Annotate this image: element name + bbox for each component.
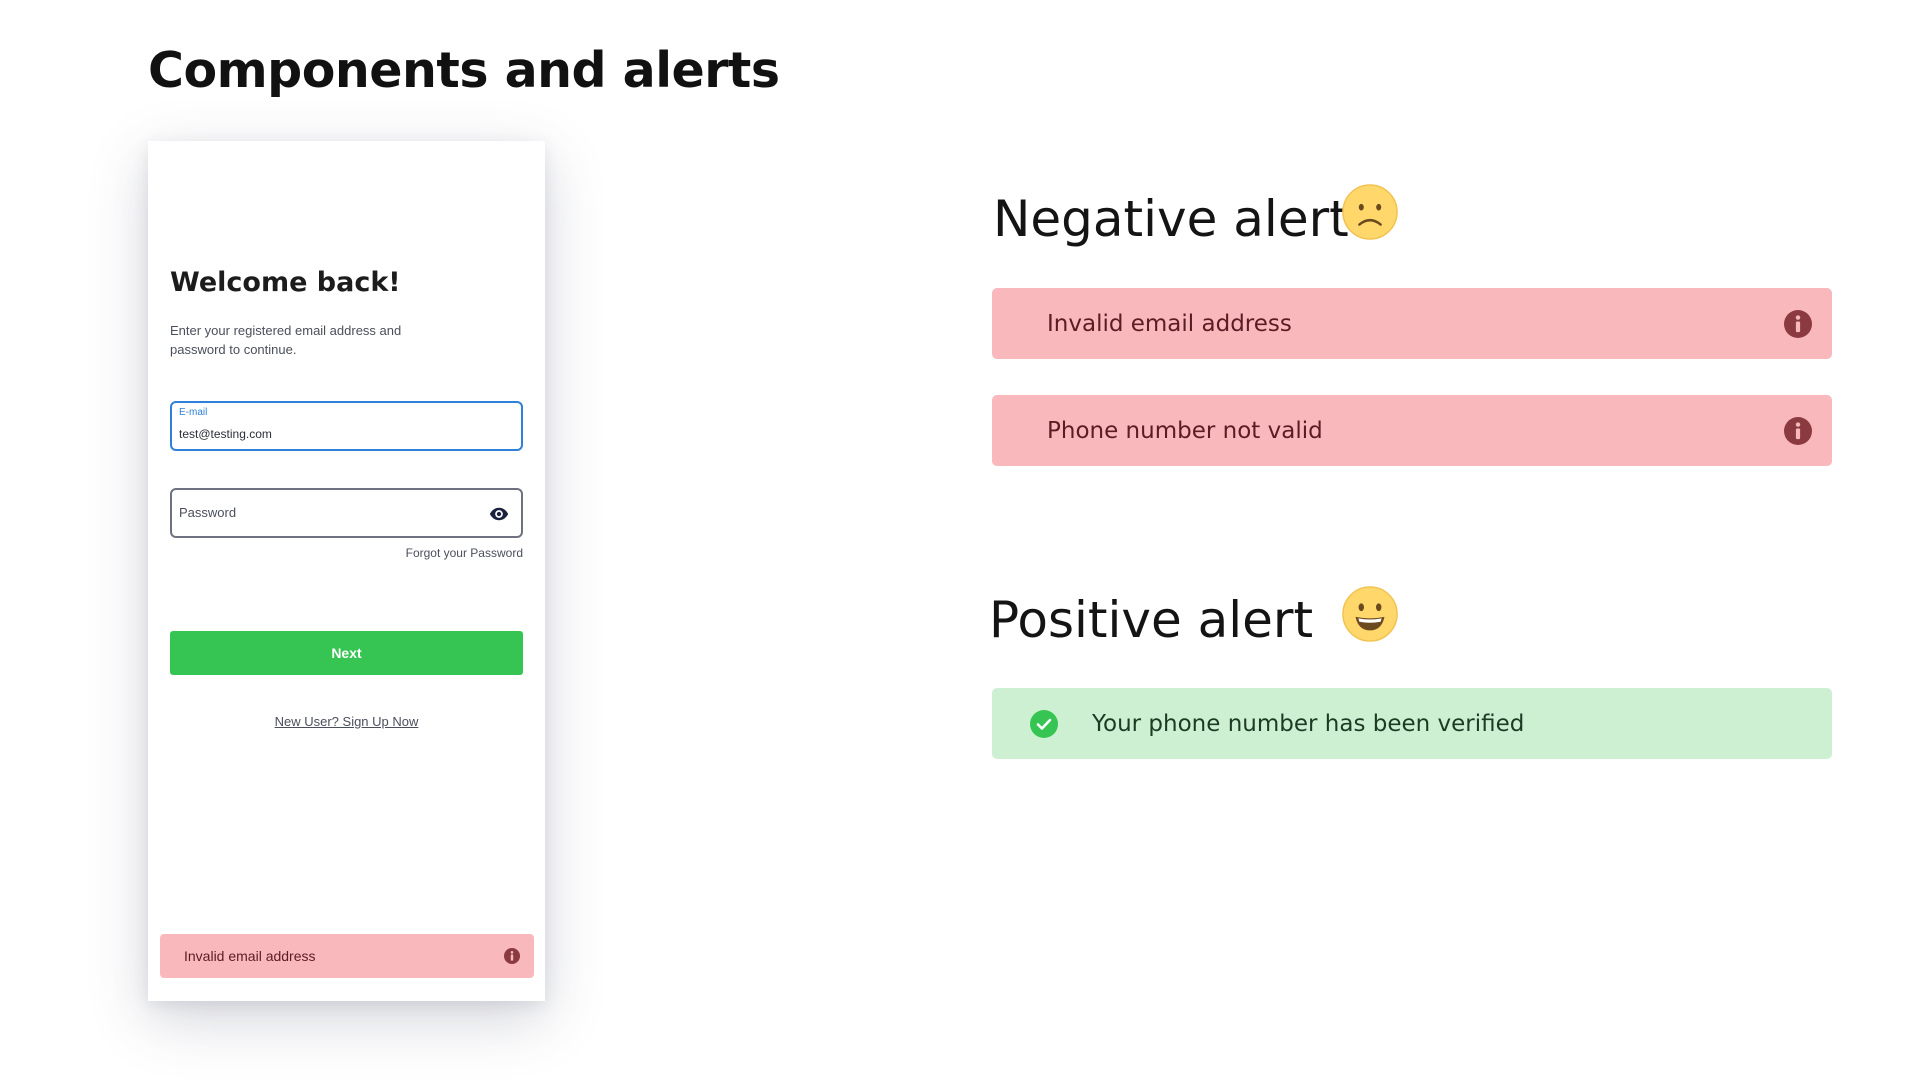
login-screen-card: Welcome back! Enter your registered emai… (148, 141, 545, 1001)
password-field[interactable]: Password (170, 488, 523, 538)
phone-error-alert-text: Invalid email address (184, 948, 316, 964)
phone-error-alert: Invalid email address (160, 934, 534, 978)
eye-icon[interactable] (489, 504, 509, 524)
alert-text: Your phone number has been verified (1092, 711, 1525, 737)
negative-alert-phone: Phone number not valid (992, 395, 1832, 466)
alert-text: Phone number not valid (1047, 418, 1323, 444)
info-icon (1784, 310, 1812, 338)
negative-alert-heading: Negative alert (993, 190, 1349, 248)
info-icon (504, 948, 520, 964)
signup-link[interactable]: New User? Sign Up Now (148, 714, 545, 729)
alert-text: Invalid email address (1047, 311, 1292, 337)
password-placeholder: Password (179, 505, 237, 520)
email-field-value[interactable]: test@testing.com (179, 427, 272, 441)
email-field[interactable]: E-mail test@testing.com (170, 401, 523, 451)
welcome-subtitle: Enter your registered email address and … (170, 323, 402, 357)
smiling-face-emoji (1342, 586, 1398, 642)
page-title: Components and alerts (148, 42, 780, 99)
forgot-password-link[interactable]: Forgot your Password (406, 546, 523, 560)
positive-alert-verified: Your phone number has been verified (992, 688, 1832, 759)
next-button[interactable]: Next (170, 631, 523, 675)
email-field-label: E-mail (179, 407, 208, 418)
info-icon (1784, 417, 1812, 445)
sad-face-emoji (1342, 184, 1398, 240)
negative-alert-email: Invalid email address (992, 288, 1832, 359)
check-circle-icon (1030, 710, 1058, 738)
positive-alert-heading: Positive alert (989, 591, 1314, 649)
welcome-heading: Welcome back! (170, 267, 401, 298)
